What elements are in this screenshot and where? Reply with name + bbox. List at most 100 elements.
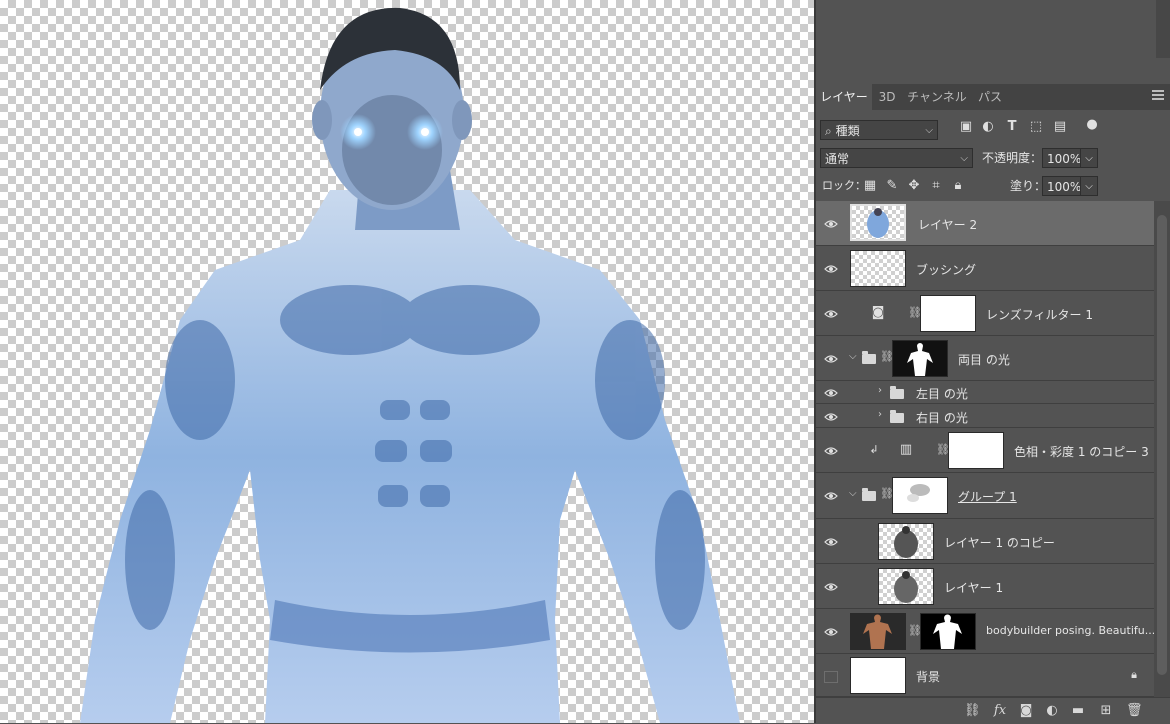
folder-icon bbox=[890, 386, 904, 399]
filter-shape-icon[interactable]: ⬚ bbox=[1028, 119, 1044, 135]
eye-icon[interactable] bbox=[824, 491, 838, 501]
filter-toggle-icon[interactable]: ● bbox=[1084, 117, 1100, 133]
opacity-label: 不透明度： bbox=[982, 151, 1043, 165]
chevron-right-icon[interactable]: › bbox=[878, 409, 882, 420]
eye-icon[interactable] bbox=[824, 388, 838, 398]
panel-tabs: レイヤー 3D チャンネル パス bbox=[816, 84, 1170, 110]
visibility-toggle-off[interactable] bbox=[824, 671, 838, 683]
lock-position-icon[interactable]: ✥ bbox=[906, 178, 922, 194]
eye-icon[interactable] bbox=[824, 354, 838, 364]
fx-icon[interactable]: fx bbox=[992, 703, 1008, 719]
layer-thumbnail bbox=[850, 250, 906, 287]
layer-row[interactable]: レイヤー 1 のコピー bbox=[816, 519, 1154, 564]
layer-row[interactable]: レイヤー 1 bbox=[816, 564, 1154, 609]
chain-icon[interactable]: ⛓︎ bbox=[908, 306, 922, 320]
tab-3d[interactable]: 3D bbox=[872, 84, 902, 110]
layer-row[interactable]: レイヤー 2 bbox=[816, 201, 1154, 246]
layer-name[interactable]: ブッシング bbox=[916, 261, 976, 278]
blend-mode-select[interactable]: 通常 ⌵ bbox=[820, 148, 973, 168]
folder-icon bbox=[862, 351, 876, 364]
layer-name[interactable]: レイヤー 1 のコピー bbox=[944, 534, 1055, 551]
chain-icon[interactable]: ⛓︎ bbox=[908, 624, 922, 638]
eye-icon[interactable] bbox=[824, 582, 838, 592]
layer-row[interactable]: ⛓︎ bodybuilder posing. Beautifu... bbox=[816, 609, 1155, 654]
chevron-down-icon: ⌵ bbox=[925, 125, 933, 136]
lock-all-icon[interactable]: 🔒︎ bbox=[950, 178, 966, 194]
filter-type-icon[interactable]: T bbox=[1004, 119, 1020, 135]
chevron-down-icon[interactable]: ⌵ bbox=[849, 351, 857, 362]
layer-mask-thumbnail[interactable] bbox=[948, 432, 1004, 469]
layer-row[interactable]: 背景 🔒︎ bbox=[816, 654, 1154, 697]
eye-icon[interactable] bbox=[824, 264, 838, 274]
new-layer-icon[interactable]: ⊞ bbox=[1098, 703, 1114, 719]
chain-icon[interactable]: ⛓︎ bbox=[880, 350, 894, 364]
layer-name[interactable]: 色相・彩度 1 のコピー 3 bbox=[1014, 443, 1149, 460]
opacity-value: 100% bbox=[1047, 152, 1082, 166]
panel-menu-icon[interactable] bbox=[1152, 90, 1164, 102]
lock-row: ロック： ▦ ✎ ✥ ⌗ 🔒︎ 塗り： 100% ⌵ bbox=[816, 175, 1170, 197]
lock-label: ロック： bbox=[822, 179, 866, 192]
adjustment-icon: ▥ bbox=[899, 442, 913, 457]
scroll-thumb[interactable] bbox=[1157, 215, 1167, 675]
eye-icon[interactable] bbox=[824, 537, 838, 547]
chevron-down-icon: ⌵ bbox=[960, 153, 968, 164]
layer-row[interactable]: ブッシング bbox=[816, 246, 1154, 291]
mask-icon[interactable]: ◙ bbox=[1018, 703, 1034, 719]
chain-icon[interactable]: ⛓︎ bbox=[880, 487, 894, 501]
layer-thumbnail bbox=[878, 523, 934, 560]
trash-icon[interactable]: 🗑︎ bbox=[1126, 703, 1143, 719]
layer-name[interactable]: レンズフィルター 1 bbox=[986, 306, 1093, 323]
layer-row[interactable]: ◙ ⛓︎ レンズフィルター 1 bbox=[816, 291, 1154, 336]
layer-name[interactable]: 右目 の光 bbox=[916, 409, 968, 426]
eye-icon[interactable] bbox=[824, 412, 838, 422]
layer-group-row[interactable]: › 左目 の光 bbox=[816, 381, 1154, 404]
filter-kind-select[interactable]: ⌕ 種類 ⌵ bbox=[820, 120, 938, 140]
filter-smartobject-icon[interactable]: ▤ bbox=[1052, 119, 1068, 135]
new-fill-icon[interactable]: ◐ bbox=[1044, 703, 1060, 719]
lock-pixels-icon[interactable]: ▦ bbox=[862, 178, 878, 194]
lock-paint-icon[interactable]: ✎ bbox=[884, 178, 900, 194]
tab-layers[interactable]: レイヤー bbox=[816, 84, 872, 110]
layer-mask-thumbnail[interactable] bbox=[920, 295, 976, 332]
new-group-icon[interactable]: ▬ bbox=[1070, 703, 1086, 719]
fill-value: 100% bbox=[1047, 180, 1082, 194]
eye-icon[interactable] bbox=[824, 627, 838, 637]
lock-artboard-icon[interactable]: ⌗ bbox=[928, 178, 944, 194]
layer-group-row[interactable]: › 右目 の光 bbox=[816, 404, 1154, 428]
layers-bottom-toolbar: ⛓︎ fx ◙ ◐ ▬ ⊞ 🗑︎ bbox=[816, 697, 1170, 724]
fill-dropdown[interactable]: ⌵ bbox=[1080, 176, 1098, 196]
layer-mask-thumbnail[interactable] bbox=[892, 340, 948, 377]
layer-thumbnail bbox=[850, 657, 906, 694]
layer-name[interactable]: グループ 1 bbox=[958, 488, 1017, 505]
layer-mask-thumbnail[interactable] bbox=[920, 613, 976, 650]
filter-adjustment-icon[interactable]: ◐ bbox=[980, 119, 996, 135]
opacity-dropdown[interactable]: ⌵ bbox=[1080, 148, 1098, 168]
layer-name[interactable]: 両目 の光 bbox=[958, 351, 1010, 368]
layers-scrollbar[interactable] bbox=[1154, 201, 1170, 697]
layer-row[interactable]: ↲ ▥ ⛓︎ 色相・彩度 1 のコピー 3 bbox=[816, 428, 1154, 473]
link-icon[interactable]: ⛓︎ bbox=[964, 703, 981, 719]
eye-icon[interactable] bbox=[824, 219, 838, 229]
layer-group-row[interactable]: ⌵ ⛓︎ 両目 の光 bbox=[816, 336, 1154, 381]
eye-icon[interactable] bbox=[824, 309, 838, 319]
tab-channels[interactable]: チャンネル bbox=[902, 84, 972, 110]
layer-name[interactable]: 背景 bbox=[916, 668, 940, 685]
eye-icon[interactable] bbox=[824, 446, 838, 456]
fill-label: 塗り： bbox=[1010, 179, 1047, 193]
blend-mode-label: 通常 bbox=[825, 152, 850, 166]
layer-name[interactable]: レイヤー 1 bbox=[944, 579, 1003, 596]
layer-name[interactable]: 左目 の光 bbox=[916, 385, 968, 402]
document-canvas[interactable] bbox=[0, 0, 814, 723]
layer-group-row[interactable]: ⌵ ⛓︎ グループ 1 bbox=[816, 473, 1154, 519]
tab-paths[interactable]: パス bbox=[972, 84, 1008, 110]
filter-row: ⌕ 種類 ⌵ ▣ ◐ T ⬚ ▤ ● bbox=[816, 117, 1170, 141]
layer-mask-thumbnail[interactable] bbox=[892, 477, 948, 514]
layer-name[interactable]: bodybuilder posing. Beautifu... bbox=[986, 624, 1155, 637]
chevron-down-icon[interactable]: ⌵ bbox=[849, 488, 857, 499]
upper-scrollbar[interactable] bbox=[1156, 0, 1170, 58]
chevron-right-icon[interactable]: › bbox=[878, 385, 882, 396]
chain-icon[interactable]: ⛓︎ bbox=[936, 443, 950, 457]
layer-name[interactable]: レイヤー 2 bbox=[918, 216, 977, 233]
clipping-arrow-icon: ↲ bbox=[869, 443, 879, 456]
filter-pixel-icon[interactable]: ▣ bbox=[958, 119, 974, 135]
